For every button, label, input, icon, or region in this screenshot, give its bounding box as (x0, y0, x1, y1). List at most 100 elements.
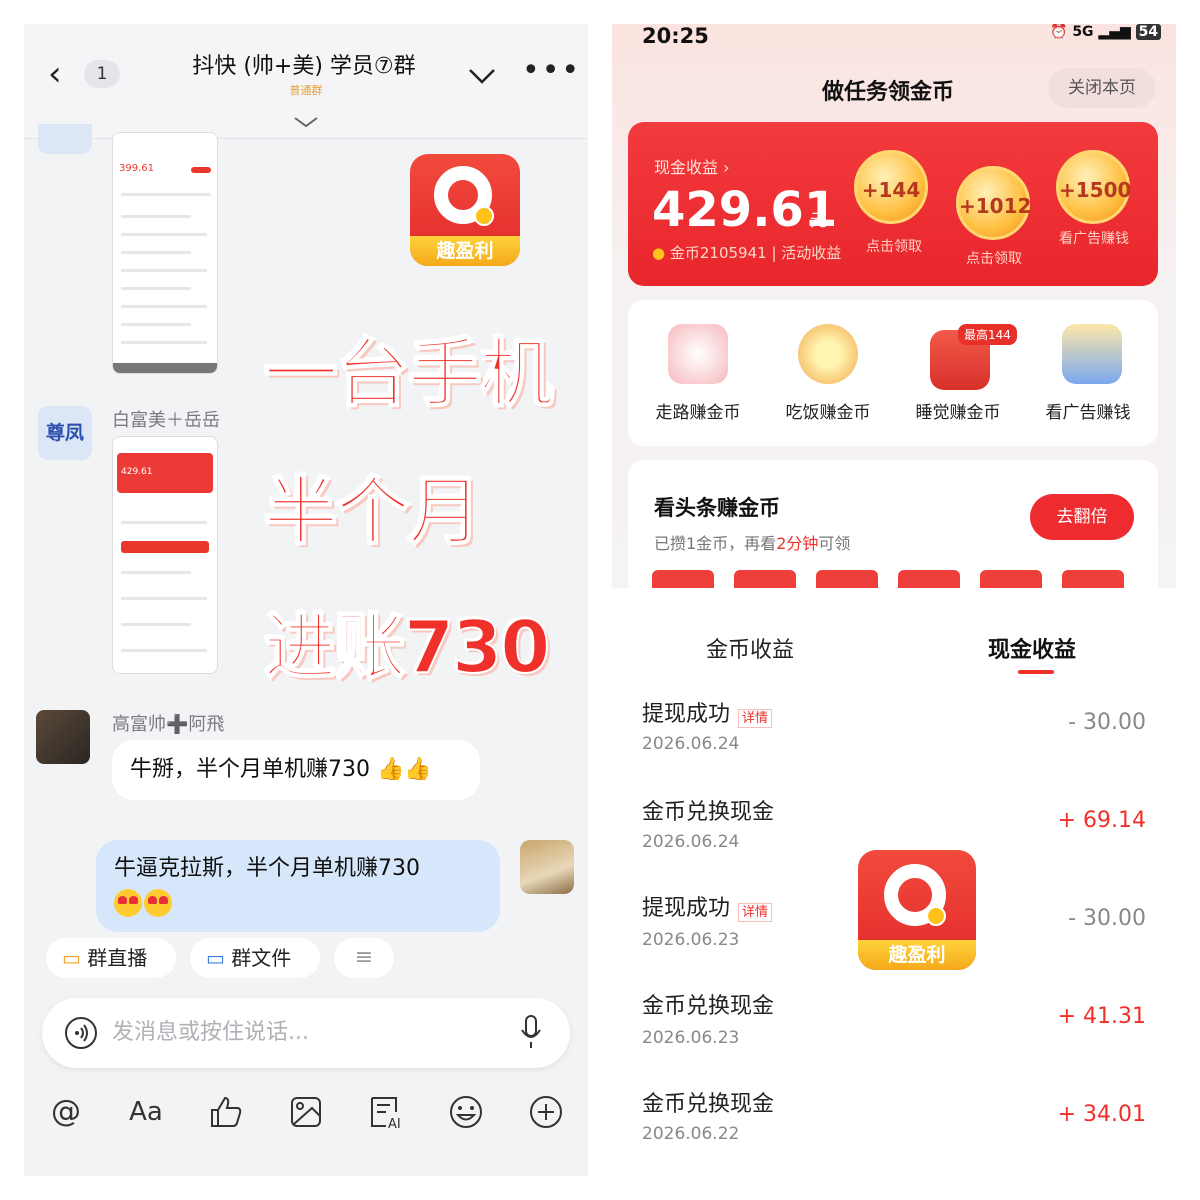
tx-date: 2026.06.24 (642, 734, 740, 754)
message-bubble-mine: 牛逼克拉斯，半个月单机赚730 (96, 840, 500, 932)
task-walk[interactable]: 走路赚金币 (643, 398, 753, 423)
tab-coin-earnings[interactable]: 金币收益 (706, 632, 794, 664)
avatar[interactable] (520, 840, 574, 894)
voice-icon[interactable] (64, 1016, 98, 1050)
bubble-caption: 看广告赚钱 (1059, 231, 1129, 247)
like-icon[interactable] (206, 1092, 246, 1132)
mic-icon[interactable] (520, 1014, 542, 1050)
reward-tile[interactable] (980, 570, 1042, 588)
coin-bubble[interactable]: +1500 (1056, 150, 1131, 224)
mention-icon[interactable]: @ (46, 1092, 86, 1132)
task-eat[interactable]: 吃饭赚金币 (773, 398, 883, 423)
group-type-badge: 普通群 (289, 84, 323, 97)
ai-note-icon[interactable]: AI (366, 1092, 406, 1132)
tx-date: 2026.06.23 (642, 1028, 740, 1048)
emoji-icon[interactable] (446, 1092, 486, 1132)
menu-icon[interactable]: ≡ (334, 938, 394, 978)
heart-eyes-icon (144, 889, 172, 917)
chevron-down-icon[interactable] (464, 58, 500, 94)
earnings-screen: 金币收益 现金收益 提现成功 详情 2026.06.24 - 30.00 金币兑换… (612, 592, 1176, 1176)
close-page-button[interactable]: 关闭本页 (1048, 68, 1156, 108)
reward-tile[interactable] (734, 570, 796, 588)
group-files-button[interactable]: ▭ 群文件 (190, 938, 320, 978)
more-icon[interactable]: ••• (522, 54, 581, 88)
tx-date: 2026.06.22 (642, 1124, 740, 1144)
tv-icon: ▭ (62, 946, 81, 970)
phone-coin-icon[interactable] (1062, 324, 1122, 384)
image-icon[interactable] (286, 1092, 326, 1132)
list-item[interactable]: 金币兑换现金 (642, 794, 774, 826)
detail-tag[interactable]: 详情 (738, 903, 773, 922)
unread-count: 1 (84, 60, 120, 88)
group-live-label: 群直播 (87, 946, 148, 970)
svg-text:AI: AI (388, 1117, 401, 1132)
reward-tile[interactable] (898, 570, 960, 588)
reward-tile[interactable] (816, 570, 878, 588)
coin-bubble[interactable]: +1012 (956, 166, 1031, 240)
tasks-screenshot-image[interactable]: 429.61 (112, 436, 218, 674)
list-item[interactable]: 提现成功 详情 (642, 890, 773, 922)
list-item[interactable]: 金币兑换现金 (642, 1086, 774, 1118)
message-placeholder: 发消息或按住说话... (112, 1020, 309, 1045)
detail-tag[interactable]: 详情 (738, 709, 773, 728)
reward-tile[interactable] (652, 570, 714, 588)
tasks-screen: 20:25 ⏰ 5G ▂▄▆ 54 做任务领金币 关闭本页 现金收益 › 429… (612, 24, 1176, 588)
thumbs-up-icon: 👍👍 (377, 757, 432, 782)
tx-amount: - 30.00 (1068, 710, 1146, 735)
list-item[interactable]: 金币兑换现金 (642, 988, 774, 1020)
folder-icon: ▭ (206, 946, 225, 970)
heart-eyes-icon (114, 889, 142, 917)
avatar[interactable]: 尊凤 (38, 406, 92, 460)
cash-unit: 元 (810, 211, 827, 231)
coin-icon: ● (652, 244, 666, 262)
group-title: 抖快 (帅+美) 学员⑦群 (192, 54, 416, 79)
signal-icon: ▂▄▆ (1098, 24, 1131, 40)
coin-bubble[interactable]: +144 (854, 150, 928, 224)
chat-screen: ‹ 1 抖快 (帅+美) 学员⑦群 普通群 ••• 399.61 趣盈利 一台手… (24, 24, 588, 1176)
avatar[interactable] (38, 124, 92, 154)
bowl-icon[interactable] (798, 324, 858, 384)
quyingli-logo: 趣盈利 (410, 154, 520, 266)
max-badge: 最高144 (958, 324, 1017, 345)
news-title: 看头条赚金币 (654, 496, 780, 520)
alarm-icon: ⏰ (1050, 24, 1068, 40)
promo-line-1: 一台手机 (263, 330, 555, 418)
promo-line-2: 半个月 (263, 468, 483, 556)
tx-amount: - 30.00 (1068, 906, 1146, 931)
message-text: 牛逼克拉斯，半个月单机赚730 (114, 856, 420, 881)
tx-amount: + 69.14 (1057, 808, 1146, 833)
page-title: 做任务领金币 (822, 80, 955, 105)
promo-line-3: 进账730 (263, 604, 551, 690)
network-label: 5G (1072, 24, 1094, 40)
cash-label[interactable]: 现金收益 › (654, 154, 730, 178)
font-icon[interactable]: Aa (126, 1092, 166, 1132)
sender-name: 高富帅➕阿飛 (112, 714, 225, 735)
reward-tile[interactable] (1062, 570, 1124, 588)
task-sleep[interactable]: 睡觉赚金币 (903, 398, 1013, 423)
tx-amount: + 41.31 (1057, 1004, 1146, 1029)
tx-date: 2026.06.24 (642, 832, 740, 852)
message-text: 牛掰，半个月单机赚730 (130, 757, 370, 782)
status-time: 20:25 (642, 24, 709, 48)
group-live-button[interactable]: ▭ 群直播 (46, 938, 176, 978)
back-icon[interactable]: ‹ (48, 54, 78, 94)
shoe-icon[interactable] (668, 324, 728, 384)
active-tab-indicator (1018, 670, 1054, 674)
earnings-screenshot-image[interactable]: 399.61 (112, 132, 218, 374)
logo-text: 趣盈利 (410, 236, 520, 266)
task-watch-ads[interactable]: 看广告赚钱 (1033, 398, 1143, 423)
battery-level: 54 (1135, 24, 1162, 40)
mini-balance: 399.61 (119, 163, 154, 174)
group-files-label: 群文件 (231, 946, 292, 970)
coin-summary: ● 金币2105941 | 活动收益 (652, 244, 842, 262)
quyingli-logo: 趣盈利 (858, 850, 976, 970)
tx-date: 2026.06.23 (642, 930, 740, 950)
tab-cash-earnings[interactable]: 现金收益 (988, 632, 1076, 664)
list-item[interactable]: 提现成功 详情 (642, 696, 773, 728)
double-button[interactable]: 去翻倍 (1030, 494, 1134, 540)
mini-cash: 429.61 (121, 467, 153, 477)
expand-icon[interactable] (291, 112, 321, 134)
bubble-caption: 点击领取 (966, 251, 1022, 267)
avatar[interactable] (36, 710, 90, 764)
add-icon[interactable] (526, 1092, 566, 1132)
